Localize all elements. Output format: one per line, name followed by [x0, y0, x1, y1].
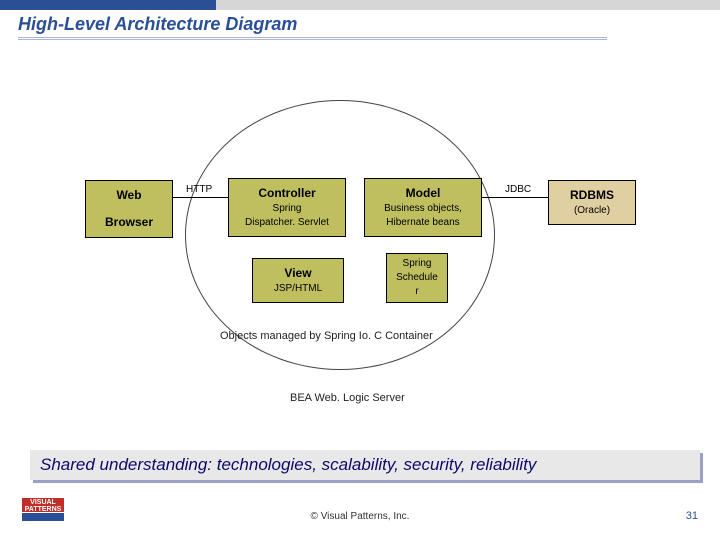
slide-title: High-Level Architecture Diagram — [18, 14, 607, 40]
box-model-sub2: Hibernate beans — [369, 216, 477, 230]
box-sched-3: r — [389, 285, 445, 299]
box-controller-sub2: Dispatcher. Servlet — [233, 216, 341, 230]
box-web-sub: Browser — [90, 214, 168, 231]
box-rdbms-sub: (Oracle) — [553, 204, 631, 218]
box-controller: Controller Spring Dispatcher. Servlet — [228, 178, 346, 237]
box-model: Model Business objects, Hibernate beans — [364, 178, 482, 237]
copyright: © Visual Patterns, Inc. — [0, 511, 720, 522]
key-takeaway-banner: Shared understanding: technologies, scal… — [30, 450, 700, 480]
box-model-head: Model — [369, 185, 477, 202]
connector-jdbc — [480, 197, 550, 198]
box-web-browser: Web Browser — [85, 180, 173, 238]
box-view-head: View — [257, 265, 339, 282]
box-controller-sub1: Spring — [233, 202, 341, 216]
box-sched-1: Spring — [389, 257, 445, 271]
box-view-sub: JSP/HTML — [257, 282, 339, 296]
box-controller-head: Controller — [233, 185, 341, 202]
box-view: View JSP/HTML — [252, 258, 344, 303]
box-rdbms-head: RDBMS — [553, 187, 631, 204]
logo-text: VISUALPATTERNS — [22, 498, 64, 512]
page-number: 31 — [686, 510, 698, 522]
connector-http — [170, 197, 230, 198]
label-jdbc: JDBC — [505, 184, 531, 195]
label-http: HTTP — [186, 184, 212, 195]
slide-top-bar — [0, 0, 720, 10]
box-model-sub1: Business objects, — [369, 202, 477, 216]
box-sched-2: Schedule — [389, 271, 445, 285]
banner-text: Shared understanding: technologies, scal… — [40, 455, 536, 475]
box-rdbms: RDBMS (Oracle) — [548, 180, 636, 225]
caption-server: BEA Web. Logic Server — [290, 392, 405, 404]
box-web-head: Web — [90, 187, 168, 204]
box-scheduler: Spring Schedule r — [386, 253, 448, 303]
caption-container: Objects managed by Spring Io. C Containe… — [220, 330, 433, 342]
